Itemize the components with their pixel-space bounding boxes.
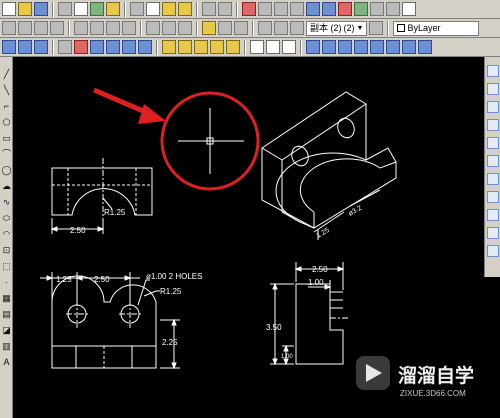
watermark: 溜溜自学 ZIXUE.3D66.COM <box>352 350 500 418</box>
crosshair-cursor <box>178 108 244 174</box>
watermark-url: ZIXUE.3D66.COM <box>400 389 466 398</box>
front-dim-width: 2.50 <box>70 226 86 235</box>
side-dim-base: 1.00 <box>281 354 293 360</box>
watermark-brand: 溜溜自学 <box>398 364 474 387</box>
side-dim-inner: 1.00 <box>308 278 324 287</box>
plan-view <box>40 272 180 370</box>
plan-dim-left: 1.25 <box>56 275 72 284</box>
plan-radius: R1.25 <box>160 287 182 296</box>
side-dim-height: 3.50 <box>266 323 282 332</box>
plan-holes-note: ø1.00 2 HOLES <box>146 272 202 281</box>
isometric-view <box>261 91 397 240</box>
annotation-arrow-head <box>138 104 166 124</box>
plan-dim-mid: 2.50 <box>94 275 110 284</box>
iso-dim-a: 1.25 <box>316 227 331 240</box>
plan-dim-height: 2.25 <box>162 338 178 347</box>
cad-window: 副本 (2) (2) ▼ ByLayer ╱ ╲ ⌐ ⬠ ▭ ⌒ ◯ ☁ ∿ ⬭… <box>0 0 500 418</box>
side-dim-top: 2.50 <box>312 265 328 274</box>
front-view <box>50 158 153 234</box>
annotation-arrow-shaft <box>93 87 151 117</box>
watermark-svg: 溜溜自学 ZIXUE.3D66.COM <box>356 356 474 398</box>
front-radius: R1.25 <box>104 208 126 217</box>
